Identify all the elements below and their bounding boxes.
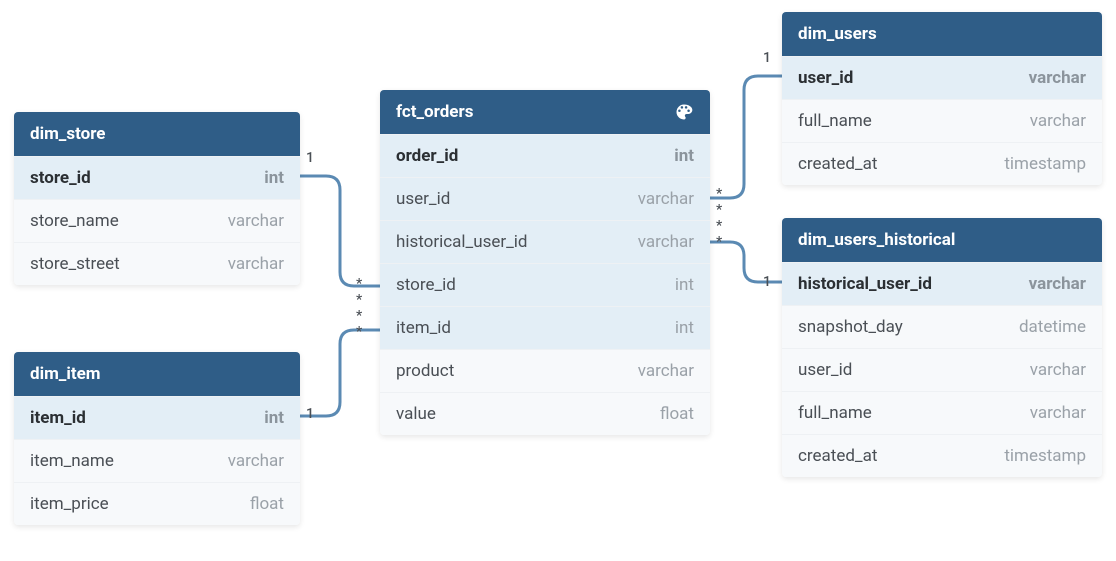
cardinality-one: 1 (763, 274, 771, 290)
column-type: varchar (638, 361, 694, 381)
cardinality-many: * (716, 234, 722, 250)
column-name: full_name (798, 403, 872, 423)
table-fct-orders[interactable]: fct_orders order_id int user_id varchar … (380, 90, 710, 435)
palette-icon (674, 102, 694, 122)
column-name: store_id (396, 275, 456, 295)
table-row: value float (380, 392, 710, 435)
table-row: full_name varchar (782, 391, 1102, 434)
cardinality-one: 1 (306, 406, 314, 422)
table-row: store_name varchar (14, 199, 300, 242)
column-type: varchar (1030, 360, 1086, 380)
column-name: user_id (396, 189, 450, 209)
column-name: item_id (30, 408, 86, 428)
column-type: varchar (1030, 403, 1086, 423)
column-name: historical_user_id (798, 274, 932, 294)
table-dim-users-historical[interactable]: dim_users_historical historical_user_id … (782, 218, 1102, 477)
cardinality-one: 1 (306, 150, 314, 166)
cardinality-many: * (356, 292, 362, 308)
column-name: historical_user_id (396, 232, 528, 252)
column-type: timestamp (1004, 154, 1086, 174)
column-name: created_at (798, 446, 877, 466)
table-row: created_at timestamp (782, 142, 1102, 185)
table-row: created_at timestamp (782, 434, 1102, 477)
column-name: item_price (30, 494, 109, 514)
column-type: varchar (228, 211, 284, 231)
column-type: varchar (638, 232, 694, 252)
table-row: user_id varchar (782, 56, 1102, 99)
column-name: user_id (798, 360, 852, 380)
column-type: varchar (228, 451, 284, 471)
table-title: dim_store (14, 112, 300, 156)
column-name: order_id (396, 146, 458, 166)
table-row: item_price float (14, 482, 300, 525)
table-row: user_id varchar (782, 348, 1102, 391)
column-type: int (675, 275, 694, 295)
column-name: value (396, 404, 436, 424)
column-name: user_id (798, 68, 853, 88)
column-type: float (660, 404, 694, 424)
column-name: created_at (798, 154, 877, 174)
table-row: store_street varchar (14, 242, 300, 285)
column-name: store_name (30, 211, 119, 231)
cardinality-many: * (716, 186, 722, 202)
table-title: dim_item (14, 352, 300, 396)
column-name: store_street (30, 254, 120, 274)
table-row: order_id int (380, 134, 710, 177)
column-type: float (250, 494, 284, 514)
table-row: full_name varchar (782, 99, 1102, 142)
column-type: varchar (1029, 274, 1086, 294)
table-title: dim_users_historical (782, 218, 1102, 262)
table-row: user_id varchar (380, 177, 710, 220)
table-title-label: dim_item (30, 364, 101, 384)
table-title: fct_orders (380, 90, 710, 134)
column-type: datetime (1019, 317, 1086, 337)
table-dim-users[interactable]: dim_users user_id varchar full_name varc… (782, 12, 1102, 185)
column-type: int (674, 146, 694, 166)
column-type: varchar (1029, 68, 1086, 88)
column-type: varchar (1030, 111, 1086, 131)
column-name: snapshot_day (798, 317, 903, 337)
table-row: item_id int (14, 396, 300, 439)
cardinality-many: * (716, 202, 722, 218)
column-type: int (264, 408, 284, 428)
column-name: full_name (798, 111, 872, 131)
column-name: item_name (30, 451, 114, 471)
column-type: timestamp (1004, 446, 1086, 466)
table-dim-store[interactable]: dim_store store_id int store_name varcha… (14, 112, 300, 285)
column-name: item_id (396, 318, 451, 338)
cardinality-one: 1 (763, 50, 771, 66)
table-row: item_id int (380, 306, 710, 349)
table-title-label: dim_users (798, 24, 877, 44)
table-dim-item[interactable]: dim_item item_id int item_name varchar i… (14, 352, 300, 525)
table-row: historical_user_id varchar (380, 220, 710, 263)
er-diagram-canvas: 1 * * 1 * * 1 * * 1 * * dim_store store_… (0, 0, 1116, 561)
column-type: varchar (638, 189, 694, 209)
cardinality-many: * (356, 276, 362, 292)
table-title-label: dim_store (30, 124, 105, 144)
cardinality-many: * (716, 218, 722, 234)
table-row: product varchar (380, 349, 710, 392)
cardinality-many: * (356, 308, 362, 324)
table-row: store_id int (380, 263, 710, 306)
column-name: store_id (30, 168, 91, 188)
table-row: item_name varchar (14, 439, 300, 482)
table-row: snapshot_day datetime (782, 305, 1102, 348)
column-type: varchar (228, 254, 284, 274)
table-title-label: fct_orders (396, 102, 473, 122)
table-row: historical_user_id varchar (782, 262, 1102, 305)
cardinality-many: * (356, 324, 362, 340)
column-name: product (396, 361, 454, 381)
table-title: dim_users (782, 12, 1102, 56)
column-type: int (675, 318, 694, 338)
table-row: store_id int (14, 156, 300, 199)
column-type: int (264, 168, 284, 188)
table-title-label: dim_users_historical (798, 230, 955, 250)
